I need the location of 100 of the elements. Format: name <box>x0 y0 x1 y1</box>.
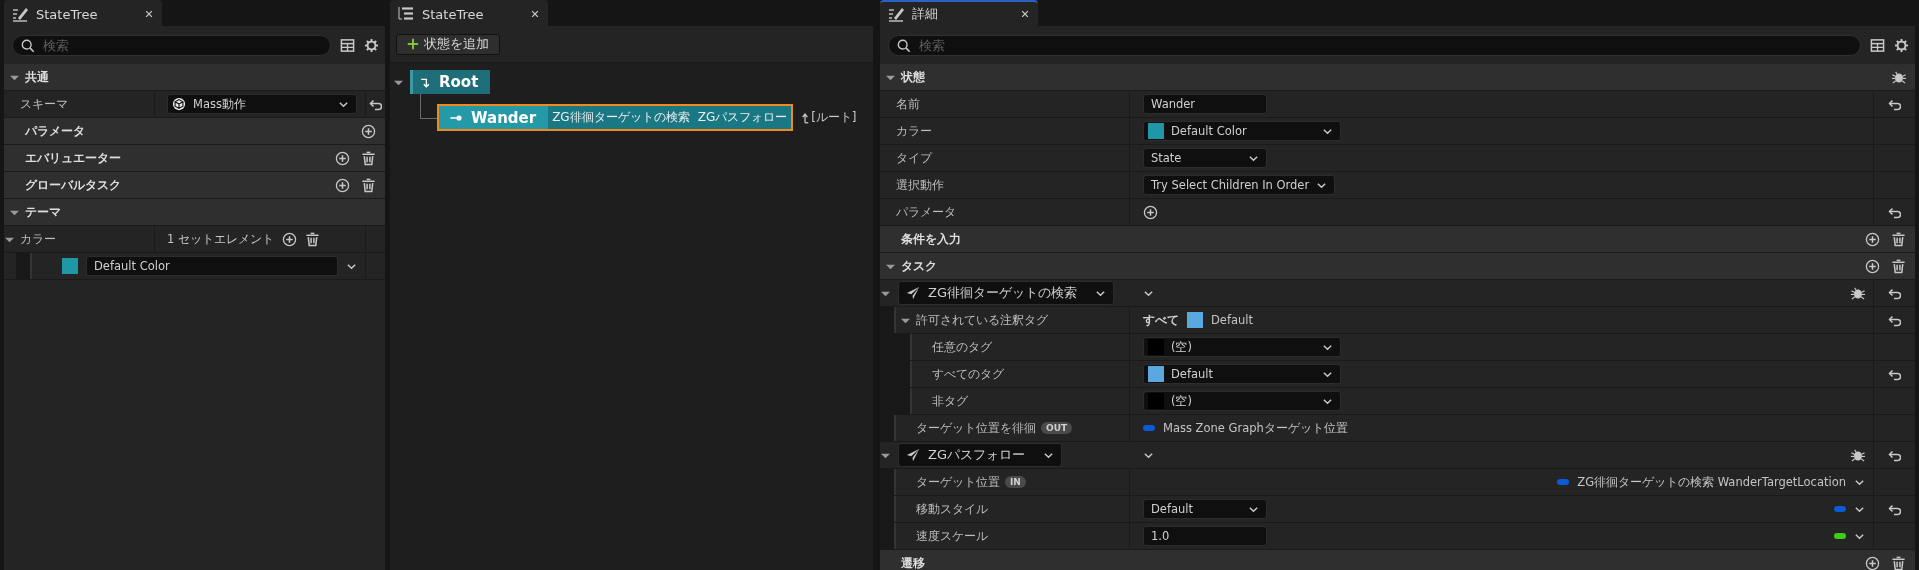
add-icon[interactable] <box>1865 231 1880 247</box>
search-icon <box>897 38 911 53</box>
add-icon[interactable] <box>1865 258 1880 274</box>
reset-icon[interactable] <box>1888 97 1901 111</box>
table-view-icon[interactable] <box>340 37 355 53</box>
list-icon <box>398 6 414 22</box>
table-view-icon[interactable] <box>1870 37 1885 53</box>
dropdown[interactable]: Try Select Children In Order <box>1143 175 1336 195</box>
property-label: タイプ <box>896 149 932 167</box>
add-icon[interactable] <box>1865 555 1880 570</box>
trash-icon[interactable] <box>1891 555 1906 570</box>
task-dropdown[interactable]: ZGパスフォロー <box>898 443 1062 467</box>
state-name: Root <box>439 73 479 91</box>
edit-icon <box>888 6 904 22</box>
tag-name: Default <box>1211 313 1254 327</box>
bug-icon[interactable] <box>1891 69 1906 85</box>
property-label: カラー <box>20 230 56 248</box>
property-label: スキーマ <box>20 95 68 113</box>
task-dropdown[interactable]: ZG徘徊ターゲットの検索 <box>898 281 1114 305</box>
dropdown[interactable]: State <box>1143 148 1267 168</box>
bug-icon[interactable] <box>1850 447 1865 463</box>
reset-icon[interactable] <box>1888 502 1901 516</box>
text-field[interactable]: Default Color <box>86 256 338 276</box>
panel-tab[interactable]: 詳細 <box>880 0 1038 26</box>
binding-pin[interactable] <box>1557 479 1570 485</box>
reset-icon[interactable] <box>369 97 382 111</box>
reset-icon[interactable] <box>1888 286 1901 300</box>
cube-icon <box>172 97 186 111</box>
close-icon[interactable] <box>530 9 540 19</box>
trash-icon[interactable] <box>305 231 320 247</box>
state-node[interactable]: Wander ZG徘徊ターゲットの検索 ZGパスフォロー <box>437 104 794 131</box>
reset-icon[interactable] <box>1888 367 1901 381</box>
settings-icon[interactable] <box>364 37 379 53</box>
state-node[interactable]: Root <box>410 70 491 94</box>
property-label: カラー <box>896 122 932 140</box>
add-state-button[interactable]: 状態を追加 <box>396 33 500 55</box>
element-count: 1 セットエレメント <box>167 231 274 247</box>
edit-icon <box>12 6 28 22</box>
section-title: エバリュエーター <box>25 149 121 167</box>
section-title: パラメータ <box>25 122 85 140</box>
bug-icon[interactable] <box>1850 285 1865 301</box>
text-field[interactable]: Wander <box>1143 94 1267 114</box>
dropdown[interactable]: (空) <box>1143 337 1341 357</box>
property-label: ターゲット位置 <box>916 473 1000 491</box>
search-icon <box>21 38 35 53</box>
turn-arrow-icon <box>420 76 431 88</box>
search-field[interactable]: 検索 <box>888 34 1861 56</box>
direction-badge: OUT <box>1041 422 1073 434</box>
add-icon[interactable] <box>282 231 297 247</box>
section-title: 状態 <box>901 68 925 86</box>
panel-tab[interactable]: StateTree <box>390 0 548 26</box>
text-field[interactable]: 1.0 <box>1143 526 1267 546</box>
trash-icon[interactable] <box>361 177 376 193</box>
section-title: タスク <box>901 257 937 275</box>
transition-label: [ルート] <box>811 109 857 126</box>
binding-text: Mass Zone Graphターゲット位置 <box>1163 420 1348 436</box>
add-icon[interactable] <box>361 123 376 139</box>
add-icon[interactable] <box>335 177 350 193</box>
property-label: 速度スケール <box>916 527 988 545</box>
trash-icon[interactable] <box>1891 258 1906 274</box>
dropdown[interactable]: Default <box>1143 499 1267 519</box>
paper-plane-icon <box>906 448 920 462</box>
paper-plane-icon <box>906 286 920 300</box>
binding-text: ZG徘徊ターゲットの検索 WanderTargetLocation <box>1577 474 1846 490</box>
property-label: 非タグ <box>932 392 968 410</box>
close-icon[interactable] <box>1020 9 1030 19</box>
dropdown[interactable]: (空) <box>1143 391 1341 411</box>
property-label: すべてのタグ <box>932 365 1004 383</box>
property-label: 名前 <box>896 95 920 113</box>
section-title: 条件を入力 <box>901 230 961 248</box>
reset-icon[interactable] <box>1888 205 1901 219</box>
search-field[interactable]: 検索 <box>12 34 331 56</box>
property-label: 許可されている注釈タグ <box>916 311 1048 329</box>
task-label: ZG徘徊ターゲットの検索 <box>551 109 691 126</box>
section-title: グローバルタスク <box>25 176 121 194</box>
dropdown[interactable]: Default <box>1143 364 1341 384</box>
section-title: 遷移 <box>901 554 925 570</box>
section-title: 共通 <box>25 68 49 86</box>
binding-pin[interactable] <box>1834 533 1846 539</box>
reset-icon[interactable] <box>1888 448 1901 462</box>
plus-icon <box>407 38 419 50</box>
add-icon[interactable] <box>1143 204 1158 220</box>
settings-icon[interactable] <box>1894 37 1909 53</box>
property-label: 選択動作 <box>896 176 944 194</box>
reset-icon[interactable] <box>1888 313 1901 327</box>
section-title: テーマ <box>25 203 61 221</box>
state-name: Wander <box>471 108 537 127</box>
add-icon[interactable] <box>335 150 350 166</box>
panel-tab[interactable]: StateTree <box>4 0 162 26</box>
property-label: 移動スタイル <box>916 500 988 518</box>
trash-icon[interactable] <box>361 150 376 166</box>
dropdown[interactable]: Default Color <box>1143 121 1341 141</box>
dropdown[interactable]: Mass動作 <box>167 94 357 114</box>
trash-icon[interactable] <box>1891 231 1906 247</box>
property-label: ターゲット位置を徘徊 <box>916 419 1036 437</box>
close-icon[interactable] <box>144 9 154 19</box>
direction-badge: IN <box>1005 476 1026 488</box>
property-label: パラメータ <box>896 203 956 221</box>
property-label: 任意のタグ <box>932 338 992 356</box>
task-label: ZGパスフォロー <box>696 109 789 126</box>
